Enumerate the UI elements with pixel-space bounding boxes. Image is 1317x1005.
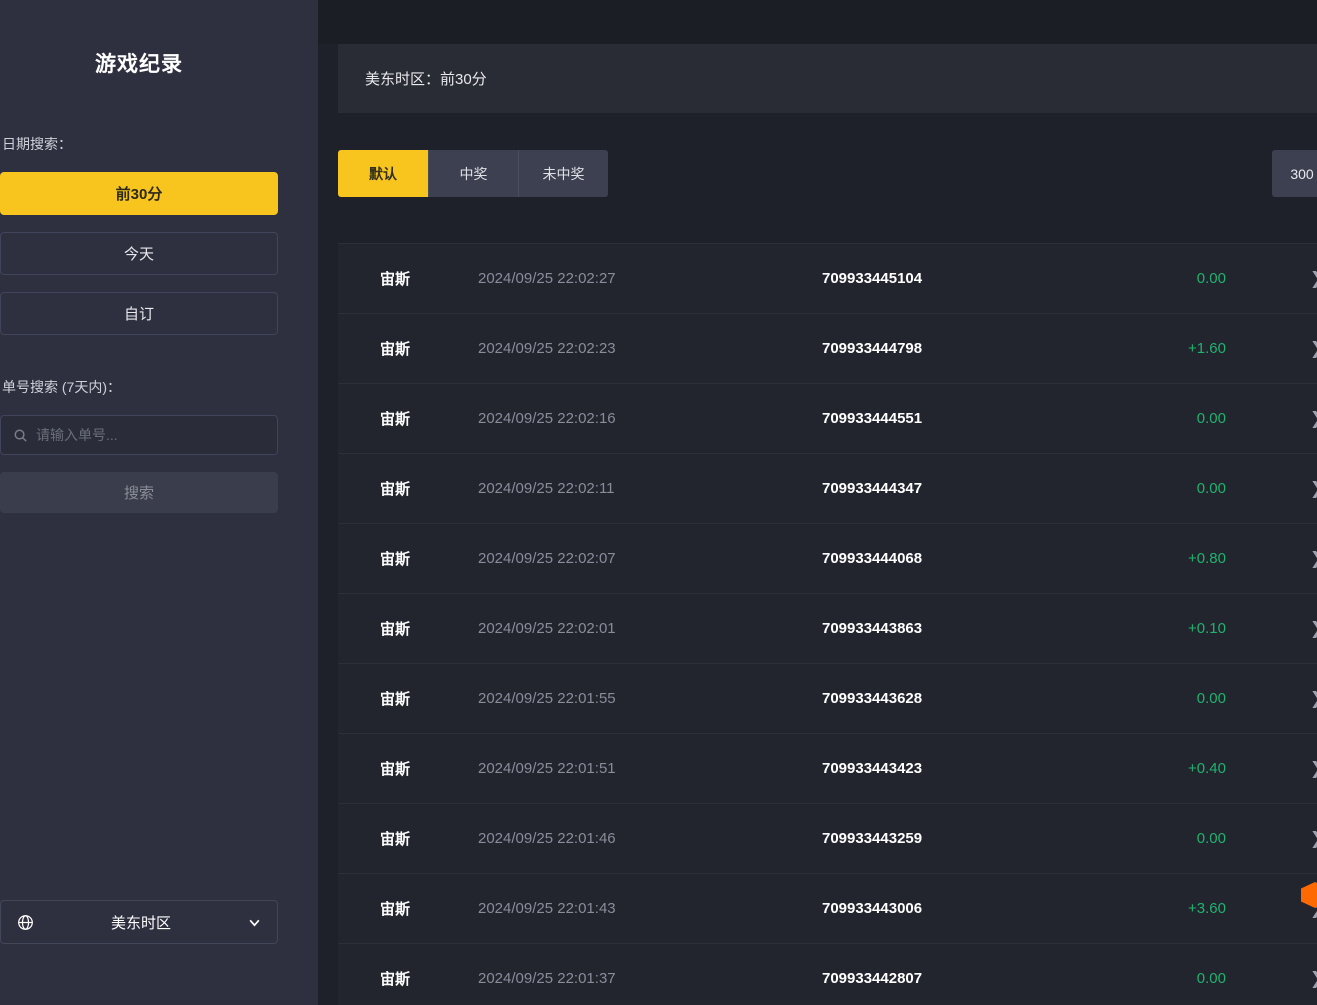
date-search-label: 日期搜索： <box>0 134 278 154</box>
amount: 0.00 <box>1122 970 1317 987</box>
table-row[interactable]: 宙斯2024/09/25 22:01:51709933443423+0.40❯ <box>338 733 1317 803</box>
amount: +3.60 <box>1122 900 1317 917</box>
search-icon <box>13 428 28 443</box>
game-name: 宙斯 <box>338 618 478 639</box>
record-time: 2024/09/25 22:02:16 <box>478 410 822 427</box>
chevron-right-icon[interactable]: ❯ <box>1310 689 1317 709</box>
chevron-right-icon[interactable]: ❯ <box>1310 549 1317 569</box>
game-name: 宙斯 <box>338 758 478 779</box>
game-name: 宙斯 <box>338 408 478 429</box>
game-name: 宙斯 <box>338 478 478 499</box>
amount: 0.00 <box>1122 690 1317 707</box>
chevron-right-icon[interactable]: ❯ <box>1310 969 1317 989</box>
globe-icon <box>17 914 34 931</box>
game-name: 宙斯 <box>338 828 478 849</box>
table-row[interactable]: 宙斯2024/09/25 22:02:117099334443470.00❯ <box>338 453 1317 523</box>
order-number: 709933442807 <box>822 970 1122 987</box>
order-number: 709933443863 <box>822 620 1122 637</box>
table-row[interactable]: 宙斯2024/09/25 22:01:377099334428070.00❯ <box>338 943 1317 1005</box>
order-number: 709933443423 <box>822 760 1122 777</box>
order-number: 709933444798 <box>822 340 1122 357</box>
amount: 0.00 <box>1122 480 1317 497</box>
record-time: 2024/09/25 22:01:43 <box>478 900 822 917</box>
table-row[interactable]: 宙斯2024/09/25 22:02:277099334451040.00❯ <box>338 243 1317 313</box>
filter-tabs: 默认 中奖 未中奖 <box>338 150 608 197</box>
game-name: 宙斯 <box>338 268 478 289</box>
order-number: 709933443259 <box>822 830 1122 847</box>
amount: 0.00 <box>1122 410 1317 427</box>
table-row[interactable]: 宙斯2024/09/25 22:01:557099334436280.00❯ <box>338 663 1317 733</box>
record-time: 2024/09/25 22:01:51 <box>478 760 822 777</box>
tab-default[interactable]: 默认 <box>338 150 428 197</box>
date-filter-last30min[interactable]: 前30分 <box>0 172 278 215</box>
order-search-label: 单号搜索 (7天内)： <box>0 377 278 397</box>
order-search-box <box>0 415 278 455</box>
record-time: 2024/09/25 22:01:55 <box>478 690 822 707</box>
game-name: 宙斯 <box>338 688 478 709</box>
table-row[interactable]: 宙斯2024/09/25 22:02:167099334445510.00❯ <box>338 383 1317 453</box>
chevron-right-icon[interactable]: ❯ <box>1310 759 1317 779</box>
order-number: 709933444347 <box>822 480 1122 497</box>
record-time: 2024/09/25 22:01:46 <box>478 830 822 847</box>
table-row[interactable]: 宙斯2024/09/25 22:02:07709933444068+0.80❯ <box>338 523 1317 593</box>
chevron-right-icon[interactable]: ❯ <box>1310 269 1317 289</box>
game-name: 宙斯 <box>338 968 478 989</box>
table-row[interactable]: 宙斯2024/09/25 22:02:23709933444798+1.60❯ <box>338 313 1317 383</box>
table-row[interactable]: 宙斯2024/09/25 22:01:43709933443006+3.60❯ <box>338 873 1317 943</box>
timezone-label: 美东时区 <box>34 912 248 933</box>
date-filter-today[interactable]: 今天 <box>0 232 278 275</box>
table-row[interactable]: 宙斯2024/09/25 22:01:467099334432590.00❯ <box>338 803 1317 873</box>
amount: +0.10 <box>1122 620 1317 637</box>
search-button[interactable]: 搜索 <box>0 472 278 513</box>
record-time: 2024/09/25 22:02:01 <box>478 620 822 637</box>
top-band <box>318 0 1317 44</box>
order-number: 709933443628 <box>822 690 1122 707</box>
chevron-down-icon <box>248 916 261 929</box>
page-title: 游戏纪录 <box>0 48 278 78</box>
amount: 0.00 <box>1122 830 1317 847</box>
chevron-right-icon[interactable]: ❯ <box>1310 479 1317 499</box>
chevron-right-icon[interactable]: ❯ <box>1310 619 1317 639</box>
tab-win[interactable]: 中奖 <box>428 150 518 197</box>
sidebar: 游戏纪录 日期搜索： 前30分 今天 自订 单号搜索 (7天内)： 搜索 美东时… <box>0 0 318 1005</box>
game-name: 宙斯 <box>338 548 478 569</box>
table-row[interactable]: 宙斯2024/09/25 22:02:01709933443863+0.10❯ <box>338 593 1317 663</box>
record-time: 2024/09/25 22:01:37 <box>478 970 822 987</box>
page-size-button[interactable]: 300 <box>1272 150 1317 197</box>
record-time: 2024/09/25 22:02:11 <box>478 480 822 497</box>
game-name: 宙斯 <box>338 338 478 359</box>
header-bar: 美东时区：前30分 <box>338 44 1317 113</box>
order-search-input[interactable] <box>36 427 265 443</box>
order-number: 709933444068 <box>822 550 1122 567</box>
timezone-selector[interactable]: 美东时区 <box>0 900 278 944</box>
chevron-right-icon[interactable]: ❯ <box>1310 339 1317 359</box>
chevron-right-icon[interactable]: ❯ <box>1310 829 1317 849</box>
record-time: 2024/09/25 22:02:23 <box>478 340 822 357</box>
order-number: 709933445104 <box>822 270 1122 287</box>
amount: +0.40 <box>1122 760 1317 777</box>
game-name: 宙斯 <box>338 898 478 919</box>
order-number: 709933443006 <box>822 900 1122 917</box>
record-time: 2024/09/25 22:02:07 <box>478 550 822 567</box>
amount: 0.00 <box>1122 270 1317 287</box>
chevron-right-icon[interactable]: ❯ <box>1310 409 1317 429</box>
record-time: 2024/09/25 22:02:27 <box>478 270 822 287</box>
main-content: 美东时区：前30分 默认 中奖 未中奖 300 宙斯2024/09/25 22:… <box>318 0 1317 1005</box>
amount: +1.60 <box>1122 340 1317 357</box>
order-number: 709933444551 <box>822 410 1122 427</box>
tab-no-win[interactable]: 未中奖 <box>518 150 608 197</box>
date-filter-custom[interactable]: 自订 <box>0 292 278 335</box>
header-title: 美东时区：前30分 <box>365 68 487 89</box>
amount: +0.80 <box>1122 550 1317 567</box>
records-table: 宙斯2024/09/25 22:02:277099334451040.00❯宙斯… <box>338 243 1317 1005</box>
filter-tabs-row: 默认 中奖 未中奖 300 <box>338 150 1317 197</box>
